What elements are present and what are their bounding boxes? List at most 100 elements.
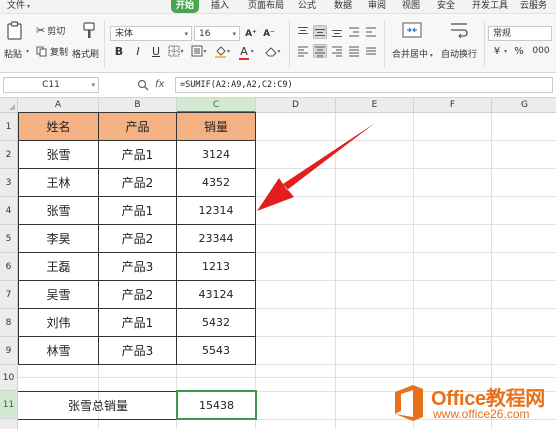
paste-button[interactable] <box>6 20 24 42</box>
number-format-value: 常规 <box>493 29 512 39</box>
font-size-combo[interactable]: 16 ▾ <box>194 26 240 41</box>
insert-function-button[interactable]: fx <box>155 77 164 93</box>
formula-input[interactable]: =SUMIF(A2:A9,A2,C2:C9) <box>175 77 553 93</box>
menu-security-tab[interactable]: 安全 <box>437 0 455 13</box>
cut-button[interactable]: ✂ 剪切 <box>36 24 65 37</box>
align-top-button[interactable] <box>296 25 310 39</box>
wrap-text-icon <box>451 23 468 39</box>
ribbon: 粘贴 ▾ ✂ 剪切 复制 格式刷 宋体 ▾ 16 ▾ A⁺ A⁻ B I U ▾… <box>0 14 556 73</box>
indent-decrease-button[interactable] <box>347 25 361 39</box>
chevron-down-icon: ▾ <box>232 30 236 38</box>
format-painter-button[interactable] <box>80 20 98 42</box>
merge-center-label: 合并居中 ▾ <box>392 50 433 60</box>
indent-increase-button[interactable] <box>364 25 378 39</box>
chevron-down-icon: ▾ <box>428 52 433 59</box>
align-left-button[interactable] <box>296 44 310 58</box>
ribbon-separator <box>289 20 290 68</box>
percent-button[interactable]: % <box>512 44 526 58</box>
chevron-down-icon: ▾ <box>277 47 281 55</box>
chevron-down-icon: ▾ <box>250 47 254 55</box>
wrap-text-button[interactable] <box>449 20 469 40</box>
justify-button[interactable] <box>347 44 361 58</box>
align-middle-button[interactable] <box>313 25 327 39</box>
wrap-text-label: 自动换行 <box>441 50 478 60</box>
italic-button[interactable]: I <box>132 44 144 58</box>
menu-home-tab[interactable]: 开始 <box>171 0 200 13</box>
ribbon-separator <box>384 20 385 68</box>
chevron-down-icon: ▾ <box>203 47 207 55</box>
align-bottom-button[interactable] <box>330 25 344 39</box>
format-painter-label: 格式刷 <box>72 50 100 60</box>
scissors-icon: ✂ <box>36 24 46 37</box>
font-color-icon: A <box>239 44 250 60</box>
underline-button[interactable]: U <box>150 44 162 58</box>
zoom-formula-button[interactable] <box>137 77 149 93</box>
paste-dropdown-icon[interactable]: ▾ <box>26 48 29 55</box>
align-middle-icon <box>315 29 325 36</box>
menu-insert-tab[interactable]: 插入 <box>211 0 229 13</box>
menu-data-tab[interactable]: 数据 <box>334 0 352 13</box>
copy-label: 复制 <box>50 48 69 58</box>
outdent-icon <box>349 27 359 37</box>
menu-developer-tab[interactable]: 开发工具 <box>472 0 508 13</box>
align-center-button[interactable] <box>313 44 327 58</box>
formula-bar: C11 ▾ fx =SUMIF(A2:A9,A2,C2:C9) <box>0 73 556 98</box>
chevron-down-icon[interactable]: ▾ <box>504 48 507 55</box>
font-name-combo[interactable]: 宋体 ▾ <box>110 26 192 41</box>
shrink-font-button[interactable]: A⁻ <box>262 26 276 41</box>
paint-bucket-icon <box>214 45 226 58</box>
eraser-icon <box>265 46 278 56</box>
thousands-button[interactable]: 000 <box>530 44 552 58</box>
merge-center-button[interactable] <box>402 20 422 40</box>
font-size-value: 16 <box>199 29 211 39</box>
menu-view-tab[interactable]: 视图 <box>402 0 420 13</box>
chevron-down-icon: ▾ <box>226 47 230 55</box>
bold-button[interactable]: B <box>113 44 125 58</box>
font-name-value: 宋体 <box>115 29 134 39</box>
border-button[interactable]: ▾ <box>167 44 185 58</box>
cut-label: 剪切 <box>47 27 66 37</box>
align-center-icon <box>315 46 325 57</box>
name-box[interactable]: C11 ▾ <box>3 77 99 93</box>
clipboard-icon <box>7 21 22 40</box>
ribbon-separator <box>484 20 485 68</box>
paintbrush-icon <box>83 22 95 38</box>
chevron-down-icon: ▾ <box>180 47 184 55</box>
chevron-down-icon: ▾ <box>91 81 95 89</box>
chevron-down-icon: ▾ <box>184 30 188 38</box>
distribute-icon <box>366 47 376 55</box>
menu-bar: 文件 ▾ 开始 插入 页面布局 公式 数据 审阅 视图 安全 开发工具 云服务 <box>0 0 556 14</box>
office-logo-icon <box>395 385 423 421</box>
align-top-icon <box>298 27 308 34</box>
menu-page-layout-tab[interactable]: 页面布局 <box>248 0 284 13</box>
border-grid-icon <box>168 45 180 57</box>
cell-style-button[interactable]: ▾ <box>190 44 208 58</box>
watermark-url: www.office26.com <box>433 407 530 421</box>
fill-color-button[interactable]: ▾ <box>212 44 232 58</box>
menu-cloud-tab[interactable]: 云服务 <box>520 0 547 13</box>
paste-label: 粘贴 <box>4 50 23 60</box>
cell-style-icon <box>191 45 203 57</box>
align-left-icon <box>298 46 308 57</box>
merge-cells-icon <box>402 22 422 38</box>
align-right-button[interactable] <box>330 44 344 58</box>
justify-icon <box>349 46 359 57</box>
ribbon-separator <box>104 20 105 68</box>
menu-file[interactable]: 文件 ▾ <box>7 0 30 13</box>
cell-reference: C11 <box>42 80 60 90</box>
office-watermark: Office教程网 www.office26.com <box>391 380 556 429</box>
clear-format-button[interactable]: ▾ <box>263 44 283 58</box>
number-format-combo[interactable]: 常规 <box>488 26 552 41</box>
menu-review-tab[interactable]: 审阅 <box>368 0 386 13</box>
currency-button[interactable]: ¥ <box>490 44 504 58</box>
distribute-button[interactable] <box>364 44 378 58</box>
align-right-icon <box>332 46 342 57</box>
indent-icon <box>366 27 376 37</box>
magnifier-icon <box>137 79 149 91</box>
copy-button[interactable]: 复制 <box>36 45 68 58</box>
menu-formula-tab[interactable]: 公式 <box>298 0 316 13</box>
grow-font-button[interactable]: A⁺ <box>244 26 258 41</box>
font-color-button[interactable]: A ▾ <box>237 44 257 60</box>
copy-icon <box>36 46 47 57</box>
align-bottom-icon <box>332 30 342 37</box>
